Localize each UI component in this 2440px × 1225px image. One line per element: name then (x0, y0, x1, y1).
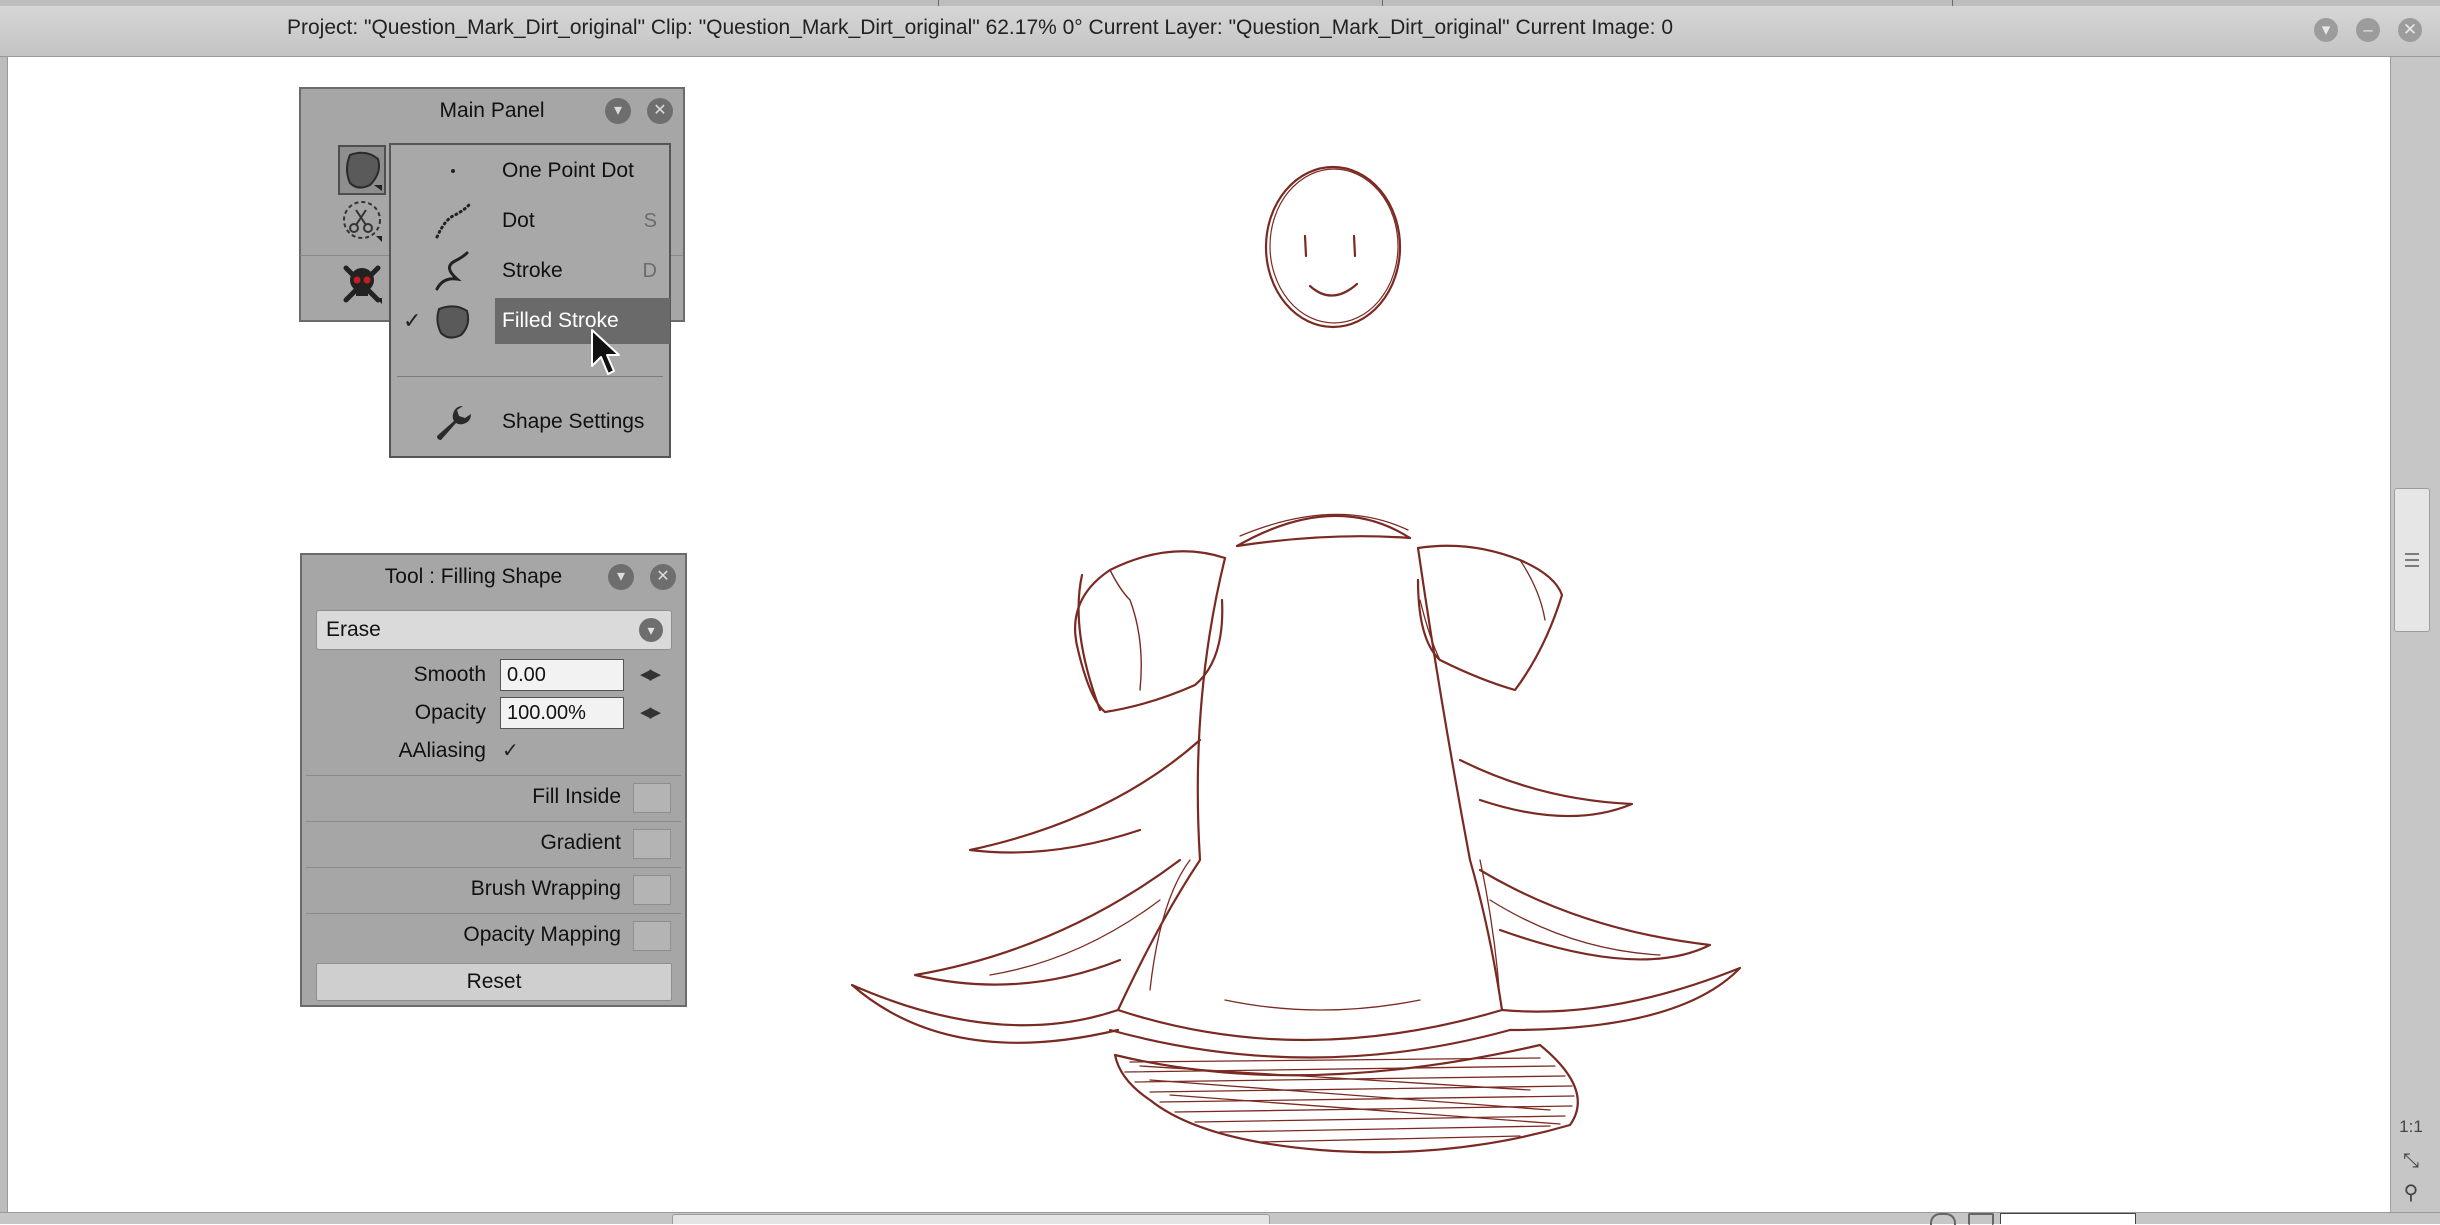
main-panel-collapse-icon[interactable]: ▾ (605, 98, 631, 124)
tool-panel: Tool : Filling Shape ▾ ✕ Erase ▾ Smooth … (300, 553, 687, 1007)
tool-panel-title: Tool : Filling Shape (384, 565, 563, 588)
opacity-mapping-section[interactable]: Opacity Mapping (306, 913, 681, 956)
gradient-section[interactable]: Gradient (306, 821, 681, 864)
selection-scissors-icon[interactable] (338, 196, 386, 246)
aliasing-row: AAliasing (302, 735, 486, 767)
tool-panel-close-icon[interactable]: ✕ (650, 564, 676, 590)
mode-select-value: Erase (326, 618, 381, 641)
aliasing-label: AAliasing (398, 739, 486, 762)
mouse-cursor-icon (591, 329, 620, 375)
opacity-mapping-toggle[interactable] (633, 921, 671, 951)
reset-button[interactable]: Reset (316, 963, 672, 1001)
menu-item-dot[interactable]: Dot S (391, 197, 669, 245)
brush-wrapping-section[interactable]: Brush Wrapping (306, 867, 681, 910)
gradient-toggle[interactable] (633, 829, 671, 859)
rotate-view-icon[interactable] (1930, 1213, 1956, 1225)
brush-wrapping-toggle[interactable] (633, 875, 671, 905)
aliasing-checkbox[interactable]: ✓ (502, 735, 532, 767)
opacity-row: Opacity (302, 697, 486, 729)
chevron-down-icon: ▾ (639, 618, 663, 642)
menu-separator (397, 376, 663, 377)
smooth-input[interactable]: 0.00 (500, 659, 624, 691)
menu-item-one-point-dot[interactable]: One Point Dot (391, 147, 669, 195)
sketch-head (1264, 165, 1402, 329)
fill-inside-toggle[interactable] (633, 783, 671, 813)
mode-select[interactable]: Erase ▾ (316, 610, 672, 650)
fill-inside-section[interactable]: Fill Inside (306, 775, 681, 818)
fit-to-window-icon[interactable]: ⤡ (2394, 1146, 2428, 1176)
checkmark-icon: ✓ (403, 308, 422, 333)
reset-view-icon[interactable]: ⚲ (2394, 1178, 2428, 1208)
one-to-one-zoom-button[interactable]: 1:1 (2394, 1112, 2428, 1142)
smooth-label: Smooth (413, 663, 486, 686)
stroke-icon (433, 251, 473, 291)
filled-stroke-icon (433, 301, 473, 341)
menu-item-shape-settings[interactable]: Shape Settings (391, 398, 669, 446)
menu-item-stroke[interactable]: Stroke D (391, 247, 669, 295)
smooth-row: Smooth (302, 659, 486, 691)
vertical-scroll-thumb[interactable] (2394, 488, 2430, 632)
view-mode-dropdown[interactable] (2260, 1213, 2380, 1223)
dot-icon (433, 201, 473, 241)
sketch-body (850, 513, 1742, 1154)
main-panel-close-icon[interactable]: ✕ (647, 98, 673, 124)
sketch-hatching (1124, 1057, 1575, 1143)
skull-crossbones-icon[interactable] (338, 258, 386, 308)
shape-menu: One Point Dot Dot S Stroke D ✓ Filled St… (389, 143, 671, 458)
flip-view-icon[interactable] (1968, 1213, 1994, 1225)
zoom-input[interactable] (2000, 1213, 2136, 1224)
opacity-label: Opacity (414, 701, 486, 724)
wrench-icon (433, 402, 473, 442)
vertical-scrollbar[interactable] (2390, 57, 2440, 1212)
one-point-dot-icon (433, 151, 473, 191)
smooth-spinner-icon[interactable]: ◀▶ (640, 665, 661, 683)
opacity-spinner-icon[interactable]: ◀▶ (640, 703, 661, 721)
tool-panel-collapse-icon[interactable]: ▾ (608, 564, 634, 590)
opacity-input[interactable]: 100.00% (500, 697, 624, 729)
filled-stroke-tool-icon[interactable] (338, 145, 386, 195)
menu-item-filled-stroke[interactable]: ✓ Filled Stroke (391, 297, 670, 345)
